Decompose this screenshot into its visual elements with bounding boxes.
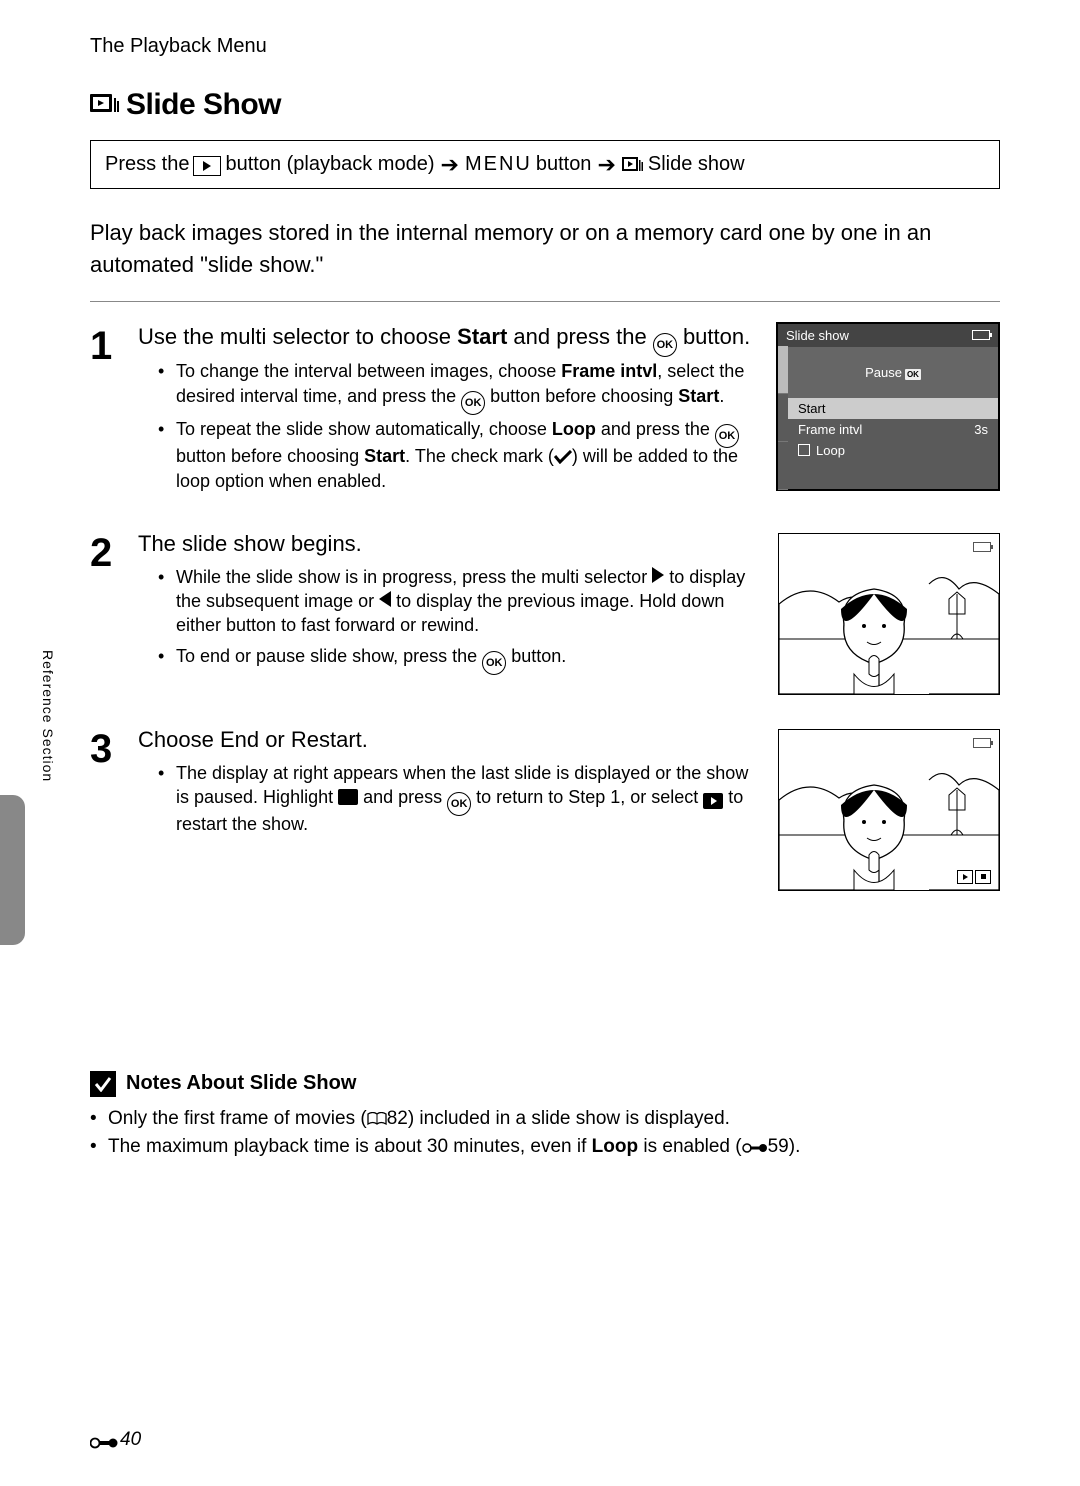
text: and press the bbox=[596, 419, 715, 439]
ok-button-icon: OK bbox=[715, 424, 739, 448]
ok-button-icon: OK bbox=[461, 391, 485, 415]
nav-text: button (playback mode) bbox=[225, 153, 434, 176]
step-2: 2 The slide show begins. While the slide… bbox=[90, 509, 1000, 705]
manual-ref-icon bbox=[367, 1112, 387, 1126]
pause-label: Pause bbox=[865, 365, 902, 380]
reference-section-icon bbox=[90, 1436, 118, 1450]
ok-button-icon: OK bbox=[653, 333, 677, 357]
text: to return to Step 1, or select bbox=[471, 787, 703, 807]
ok-button-icon: OK bbox=[482, 651, 506, 675]
battery-icon bbox=[973, 542, 991, 552]
playback-button-icon bbox=[193, 156, 221, 176]
text: To change the interval between images, c… bbox=[176, 361, 561, 381]
checkbox-icon bbox=[798, 444, 810, 456]
arrow-right-icon: ➔ bbox=[597, 154, 615, 176]
stop-icon bbox=[338, 789, 358, 805]
step-heading: Choose End or Restart. bbox=[138, 725, 760, 755]
menu-row-loop: Loop bbox=[788, 440, 998, 461]
play-icon bbox=[703, 793, 723, 809]
arrow-right-icon: ➔ bbox=[441, 154, 459, 176]
text-bold: Loop bbox=[552, 419, 596, 439]
text: . bbox=[719, 386, 724, 406]
menu-word: MENU bbox=[465, 153, 532, 176]
reference-section-icon bbox=[742, 1141, 768, 1155]
bullet-item: To change the interval between images, c… bbox=[158, 359, 758, 411]
notes-title: Notes About Slide Show bbox=[126, 1072, 356, 1095]
menu-row-start: Start bbox=[788, 398, 998, 419]
notes-section: Notes About Slide Show Only the first fr… bbox=[90, 1071, 1000, 1162]
text: To end or pause slide show, press the bbox=[176, 646, 482, 666]
text: button before choosing bbox=[176, 446, 364, 466]
bullet-item: To end or pause slide show, press the OK… bbox=[158, 644, 760, 671]
text: Frame intvl bbox=[798, 422, 862, 437]
step-1: 1 Use the multi selector to choose Start… bbox=[90, 302, 1000, 509]
nav-text: Press the bbox=[105, 153, 189, 176]
triangle-left-icon bbox=[379, 591, 391, 607]
ok-button-icon: OK bbox=[447, 792, 471, 816]
value: 3s bbox=[974, 422, 988, 437]
nav-text: button bbox=[536, 153, 592, 176]
text: While the slide show is in progress, pre… bbox=[176, 567, 652, 587]
step-number: 1 bbox=[90, 322, 138, 499]
bullet-item: While the slide show is in progress, pre… bbox=[158, 565, 760, 638]
text-bold: Loop bbox=[592, 1136, 638, 1157]
text-bold: Start bbox=[364, 446, 405, 466]
bullet-item: To repeat the slide show automatically, … bbox=[158, 417, 758, 493]
tab-strip bbox=[778, 346, 788, 489]
text: button before choosing bbox=[485, 386, 678, 406]
checkmark-icon bbox=[554, 446, 572, 470]
page-footer: 40 bbox=[90, 1429, 141, 1451]
notes-check-icon bbox=[90, 1071, 116, 1097]
slideshow-small-icon bbox=[622, 156, 644, 174]
note-item: The maximum playback time is about 30 mi… bbox=[90, 1133, 1000, 1162]
screen-title: Slide show bbox=[786, 328, 849, 343]
ref-number: 82 bbox=[387, 1108, 408, 1129]
text: ). bbox=[789, 1136, 801, 1157]
mini-stop-icon bbox=[975, 870, 991, 884]
navigation-path-box: Press the button (playback mode) ➔ MENU … bbox=[90, 140, 1000, 189]
text: and press bbox=[358, 787, 447, 807]
text: . The check mark ( bbox=[405, 446, 554, 466]
text: ) included in a slide show is displayed. bbox=[408, 1108, 730, 1129]
triangle-right-icon bbox=[652, 567, 664, 583]
text: Use the multi selector to choose bbox=[138, 324, 457, 349]
text: and press the bbox=[507, 324, 653, 349]
note-item: Only the first frame of movies ( 82) incl… bbox=[90, 1105, 1000, 1134]
page-title: Slide Show bbox=[126, 88, 281, 122]
text-bold: Frame intvl bbox=[561, 361, 657, 381]
step-heading: Use the multi selector to choose Start a… bbox=[138, 322, 758, 353]
text: button. bbox=[677, 324, 750, 349]
step-3: 3 Choose End or Restart. The display at … bbox=[90, 705, 1000, 901]
text: button. bbox=[506, 646, 566, 666]
mini-play-icon bbox=[957, 870, 973, 884]
text-bold: Start bbox=[457, 324, 507, 349]
header-section-title: The Playback Menu bbox=[90, 35, 1000, 58]
illustration-photo-controls bbox=[778, 729, 1000, 891]
play-stop-controls bbox=[957, 870, 991, 884]
step-number: 3 bbox=[90, 725, 138, 891]
text: is enabled ( bbox=[638, 1136, 742, 1157]
ok-small-icon: OK bbox=[905, 369, 921, 380]
text: The maximum playback time is about 30 mi… bbox=[108, 1136, 592, 1157]
text: Loop bbox=[816, 443, 845, 458]
battery-icon bbox=[972, 330, 990, 340]
illustration-photo bbox=[778, 533, 1000, 695]
text: To repeat the slide show automatically, … bbox=[176, 419, 552, 439]
intro-paragraph: Play back images stored in the internal … bbox=[90, 217, 1000, 281]
slideshow-icon bbox=[90, 92, 120, 118]
battery-icon bbox=[973, 738, 991, 748]
step-heading: The slide show begins. bbox=[138, 529, 760, 559]
text-bold: Start bbox=[678, 386, 719, 406]
bullet-item: The display at right appears when the la… bbox=[158, 761, 760, 837]
page-number: 40 bbox=[120, 1429, 141, 1451]
nav-text: Slide show bbox=[648, 153, 745, 176]
camera-screen-mockup: Slide show PauseOK Start Frame intvl 3s L… bbox=[776, 322, 1000, 491]
step-number: 2 bbox=[90, 529, 138, 695]
menu-row-frame-intvl: Frame intvl 3s bbox=[788, 419, 998, 440]
ref-number: 59 bbox=[768, 1136, 789, 1157]
text: Only the first frame of movies ( bbox=[108, 1108, 367, 1129]
